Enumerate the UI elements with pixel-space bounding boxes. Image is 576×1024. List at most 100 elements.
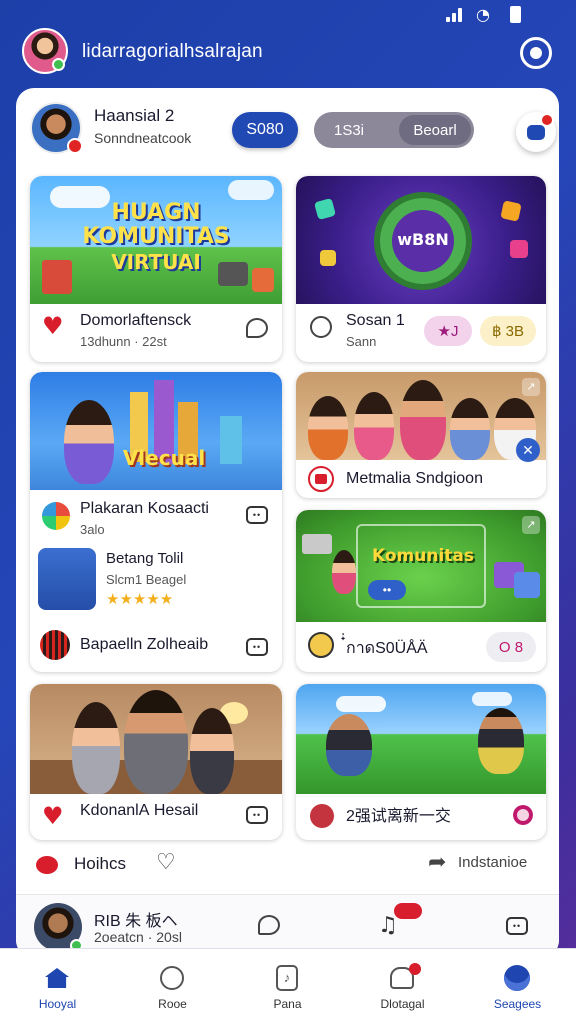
calendar-icon[interactable]: [308, 466, 334, 492]
nav-label: Dlotagal: [380, 997, 425, 1011]
top-bar: lidarragorialhsalrajan: [0, 28, 576, 78]
card-thumbnail: Vlecual: [30, 372, 282, 490]
card-thumbnail: Komunitas •• ↗: [296, 510, 546, 622]
comment-icon[interactable]: [246, 318, 268, 338]
banner-line-3: VIRTUAI: [111, 250, 201, 274]
badge-icon: [540, 113, 554, 127]
app-title: lidarragorialhsalrajan: [82, 41, 263, 62]
wifi-icon: ◔: [476, 5, 490, 24]
online-indicator-icon: [52, 58, 65, 71]
card-title: KdonanlА Hesail: [80, 802, 199, 819]
nav-label: Pana: [273, 997, 302, 1011]
nav-label: Hooyal: [38, 997, 77, 1011]
card-music-game[interactable]: wB8N Sosan 1 Sann ★J ฿ 3B: [296, 176, 546, 362]
tag-star[interactable]: ★J: [424, 316, 472, 346]
card-outdoor[interactable]: 2强试离新一交: [296, 684, 546, 840]
more-icon[interactable]: ••: [246, 806, 268, 824]
card-subtitle: 3alo: [80, 522, 105, 537]
heart-icon[interactable]: ♥: [42, 314, 66, 338]
more-icon[interactable]: ••: [246, 506, 268, 524]
location-icon[interactable]: [310, 316, 332, 338]
nav-music[interactable]: ♪ Pana: [230, 949, 345, 1024]
card-thumbnail: [30, 684, 282, 794]
sub-item-title: Betang Tolil: [106, 550, 184, 567]
nav-notifications[interactable]: Dlotagal: [345, 949, 460, 1024]
tag-coins[interactable]: ฿ 3B: [480, 316, 536, 346]
sub-item[interactable]: Betang Tolil Slcm1 Beagel ★★★★★: [38, 548, 274, 618]
notification-dot-icon: [67, 138, 83, 154]
card-footer-title: Bapaelln Zolheaib: [80, 636, 209, 653]
card-title: Plakaran Kosaacti: [80, 500, 209, 517]
feed-label-right[interactable]: Indstanioe: [458, 854, 527, 871]
sub-item-subtitle: Slcm1 Beagel: [106, 572, 187, 587]
card-title: Sosan 1: [346, 312, 405, 329]
comment-icon[interactable]: [258, 915, 280, 935]
photos-icon: [42, 502, 70, 530]
feed-actions: Hoihcs ♡ ➦ Indstanioe: [16, 842, 559, 886]
segment-right[interactable]: Beoarl: [399, 115, 471, 145]
card-thumbnail: wB8N: [296, 176, 546, 304]
badge-icon: [394, 903, 422, 919]
card-komunitas[interactable]: Komunitas •• ↗ ๋่กาดS0ÜÅÄ O 8: [296, 510, 546, 672]
expand-icon[interactable]: ↗: [522, 378, 540, 396]
rating-stars: ★★★★★: [106, 590, 174, 608]
people-icon: [157, 963, 187, 993]
share-icon[interactable]: ➦: [428, 850, 446, 875]
segment-left[interactable]: 1S3i: [314, 122, 384, 139]
heart-icon[interactable]: ♥: [42, 804, 66, 828]
points-button[interactable]: S080: [232, 112, 298, 148]
nav-label: Rooe: [158, 997, 187, 1011]
signal-icon: [446, 8, 466, 22]
like-icon[interactable]: ♡: [156, 850, 176, 875]
card-subtitle: Sann: [346, 334, 377, 349]
card-title: 2强试离新一交: [346, 808, 451, 825]
chat-icon[interactable]: [308, 632, 334, 658]
profile-subtitle: Sonndneatcook: [94, 130, 192, 146]
grid-icon[interactable]: ••: [506, 917, 528, 935]
equalizer-icon: [40, 630, 70, 660]
top-action-button[interactable]: [520, 37, 552, 69]
main-panel: Haansial 2 Sonndneatcook S080 1S3i Beoar…: [16, 88, 559, 958]
profile-header: Haansial 2 Sonndneatcook S080 1S3i Beoar…: [30, 102, 556, 164]
card-virtual[interactable]: Vlecual Plakaran Kosaacti 3alo •• Betang…: [30, 372, 282, 672]
banner-title: Vlecual: [122, 446, 206, 470]
battery-icon: [510, 6, 521, 23]
record-icon[interactable]: [310, 804, 334, 828]
card-group-photo[interactable]: ↗ Metmalia Sndgioon ✕: [296, 372, 546, 498]
swirl-icon[interactable]: [508, 800, 538, 830]
feed-label-left[interactable]: Hoihcs: [74, 854, 126, 874]
card-komunitas-virtual[interactable]: HUAGN KOMUNITAS VIRTUAI ♥ Domorlaftensck…: [30, 176, 282, 362]
badge-icon: [409, 963, 421, 975]
card-family[interactable]: ♥ KdonanlА Hesail ••: [30, 684, 282, 840]
music-icon[interactable]: ♫: [378, 913, 398, 938]
card-title: Domorlaftensck: [80, 312, 192, 329]
chat-icon: [527, 124, 545, 140]
nav-people[interactable]: Rooe: [115, 949, 230, 1024]
sub-item-thumbnail: [38, 548, 96, 610]
more-icon[interactable]: ••: [246, 638, 268, 656]
card-thumbnail: HUAGN KOMUNITAS VIRTUAI: [30, 176, 282, 304]
music-icon: ♪: [272, 963, 302, 993]
banner-line-1: HUAGN: [111, 200, 201, 225]
close-icon[interactable]: ✕: [516, 438, 540, 462]
nav-profile[interactable]: Seagees: [460, 949, 575, 1024]
profile-avatar[interactable]: [30, 102, 83, 154]
messages-button[interactable]: [516, 112, 556, 152]
mini-subtitle: 2oeatcn · 20sl: [94, 929, 182, 945]
profile-name: Haansial 2: [94, 106, 175, 125]
record-icon: [36, 856, 58, 874]
banner-title: Komunitas: [371, 546, 475, 566]
segment-toggle[interactable]: 1S3i Beoarl: [314, 112, 474, 148]
bottom-navigation: Hooyal Rooe ♪ Pana Dlotagal Seagees: [0, 948, 576, 1024]
banner-title: wB8N: [397, 230, 449, 249]
play-button[interactable]: ••: [368, 580, 406, 600]
card-tag[interactable]: O 8: [486, 632, 536, 662]
card-title: Metmalia Sndgioon: [346, 470, 483, 487]
card-thumbnail: [296, 684, 546, 794]
circle-icon: [530, 47, 542, 59]
card-subtitle: 13dhunn · 22st: [80, 334, 167, 349]
expand-icon[interactable]: ↗: [522, 516, 540, 534]
nav-home[interactable]: Hooyal: [0, 949, 115, 1024]
mini-title: RIB 朱 板ヘ: [94, 913, 178, 930]
card-title: ๋่กาดS0ÜÅÄ: [346, 640, 428, 657]
